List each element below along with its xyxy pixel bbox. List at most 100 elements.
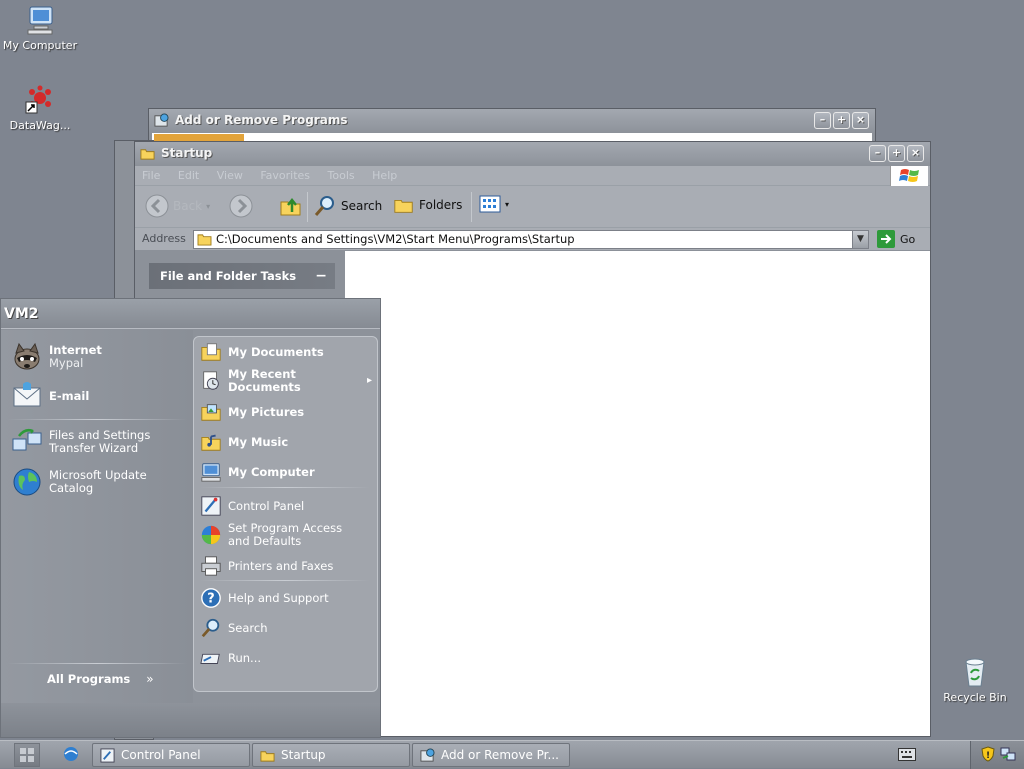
start-item-line2: Catalog	[49, 481, 94, 495]
desktop-icon-datawag[interactable]: DataWag...	[0, 84, 80, 132]
standard-toolbar: Back ▾ Search Folders ▾	[135, 186, 930, 228]
minimize-button[interactable]: –	[814, 112, 831, 129]
system-tray: !	[970, 741, 1024, 769]
start-item-run[interactable]: Run...	[200, 647, 261, 669]
start-item-line2: Transfer Wizard	[49, 441, 139, 455]
start-button[interactable]	[14, 743, 40, 767]
views-icon	[479, 195, 501, 213]
recycle-bin-icon	[965, 658, 985, 687]
start-item-label: My Documents	[228, 344, 324, 359]
taskbar-button-startup[interactable]: Startup	[252, 743, 410, 767]
back-button[interactable]: Back ▾	[145, 194, 210, 218]
start-item-my-documents[interactable]: My Documents	[200, 341, 324, 363]
address-dropdown-button[interactable]: ▼	[852, 231, 868, 248]
windows-flag-icon	[899, 169, 919, 182]
start-item-line1: Files and Settings	[49, 428, 151, 442]
search-icon	[201, 618, 220, 638]
start-item-my-pictures[interactable]: My Pictures	[200, 401, 304, 423]
start-menu-left-pane: Internet Mypal E-mail Files and Settings	[1, 330, 193, 704]
search-button[interactable]: Search	[313, 194, 382, 218]
start-item-label: Help and Support	[228, 590, 329, 605]
window-titlebar[interactable]: Startup – + ×	[135, 142, 930, 166]
start-item-set-program-access[interactable]: Set Program Access and Defaults	[200, 522, 342, 548]
taskbar-button-add-remove[interactable]: Add or Remove Pr...	[412, 743, 570, 767]
start-item-label: My Pictures	[228, 404, 305, 419]
menu-help[interactable]: Help	[365, 166, 404, 185]
start-item-subtitle: Mypal	[49, 356, 84, 370]
control-panel-icon	[100, 748, 115, 763]
window-titlebar[interactable]: Add or Remove Programs – + ×	[149, 109, 875, 133]
folder-music-icon	[201, 434, 221, 451]
network-icon[interactable]	[1000, 746, 1016, 762]
folders-button[interactable]: Folders	[393, 194, 462, 216]
close-button[interactable]: ×	[852, 112, 869, 129]
start-item-my-recent-documents[interactable]: My Recent Documents ▸	[200, 368, 372, 394]
desktop-icon-label: Recycle Bin	[943, 691, 1007, 704]
start-menu-divider	[200, 487, 370, 488]
address-value: C:\Documents and Settings\VM2\Start Menu…	[216, 232, 575, 246]
start-menu-footer	[1, 703, 380, 737]
desktop-icon-my-computer[interactable]: My Computer	[0, 4, 80, 52]
forward-button[interactable]	[229, 194, 253, 218]
submenu-arrow-icon: ▸	[366, 375, 372, 386]
quick-launch-browser[interactable]	[62, 745, 80, 766]
start-item-printers-faxes[interactable]: Printers and Faxes	[200, 555, 333, 577]
toolbar-separator	[307, 192, 308, 222]
collapse-icon[interactable]: −	[315, 263, 327, 289]
menu-bar: File Edit View Favorites Tools Help	[135, 166, 930, 186]
globe-icon	[13, 468, 41, 496]
start-menu-divider	[7, 663, 187, 664]
maximize-button[interactable]: +	[888, 145, 905, 162]
start-item-title: E-mail	[49, 388, 90, 403]
start-menu-divider	[7, 419, 187, 420]
minimize-button[interactable]: –	[869, 145, 886, 162]
search-label: Search	[341, 199, 383, 213]
menu-tools[interactable]: Tools	[321, 166, 362, 185]
up-folder-button[interactable]	[279, 194, 303, 218]
taskbar-button-control-panel[interactable]: Control Panel	[92, 743, 250, 767]
toolbar-separator	[471, 192, 472, 222]
menu-file[interactable]: File	[135, 166, 167, 185]
menu-edit[interactable]: Edit	[171, 166, 206, 185]
start-item-line2: and Defaults	[228, 534, 302, 548]
email-icon	[13, 382, 41, 407]
help-icon: ?	[201, 588, 221, 608]
taskbar-button-label: Add or Remove Pr...	[441, 748, 559, 762]
program-access-icon	[201, 525, 221, 545]
start-item-search[interactable]: Search	[200, 617, 268, 639]
start-item-transfer-wizard[interactable]: Files and Settings Transfer Wizard	[11, 426, 150, 458]
desktop-icon-label: DataWag...	[9, 119, 71, 132]
start-item-my-computer[interactable]: My Computer	[200, 461, 315, 483]
search-icon	[314, 196, 334, 216]
windows-logo	[890, 166, 928, 186]
file-folder-tasks-header[interactable]: File and Folder Tasks −	[149, 263, 335, 289]
start-item-help-support[interactable]: ? Help and Support	[200, 587, 329, 609]
security-shield-icon[interactable]: !	[980, 746, 996, 762]
up-folder-icon	[280, 197, 301, 216]
views-button[interactable]: ▾	[479, 194, 509, 214]
all-programs-button[interactable]: All Programs »	[47, 673, 154, 686]
start-item-label: Control Panel	[228, 498, 305, 513]
maximize-button[interactable]: +	[833, 112, 850, 129]
start-item-email[interactable]: E-mail	[11, 380, 89, 412]
keyboard-icon[interactable]	[898, 748, 916, 764]
menu-view[interactable]: View	[210, 166, 250, 185]
menu-favorites[interactable]: Favorites	[253, 166, 317, 185]
go-button[interactable]: Go	[877, 230, 915, 248]
start-menu-divider	[200, 580, 370, 581]
start-item-line1: My Recent	[228, 367, 296, 381]
desktop-icon-recycle-bin[interactable]: Recycle Bin	[935, 656, 1015, 704]
all-programs-label: All Programs	[47, 672, 131, 686]
start-item-control-panel[interactable]: Control Panel	[200, 495, 304, 517]
window-title: Startup	[161, 146, 213, 160]
task-header-label: File and Folder Tasks	[160, 269, 297, 283]
start-item-label: My Music	[228, 434, 289, 449]
folders-label: Folders	[419, 198, 463, 212]
close-button[interactable]: ×	[907, 145, 924, 162]
start-item-label: Printers and Faxes	[228, 558, 334, 573]
taskbar: Control Panel Startup Add or Remove Pr..…	[0, 740, 1024, 769]
start-item-microsoft-update[interactable]: Microsoft Update Catalog	[11, 466, 147, 498]
address-input[interactable]: C:\Documents and Settings\VM2\Start Menu…	[193, 230, 869, 249]
start-item-internet[interactable]: Internet Mypal	[11, 341, 102, 373]
start-item-my-music[interactable]: My Music	[200, 431, 288, 453]
